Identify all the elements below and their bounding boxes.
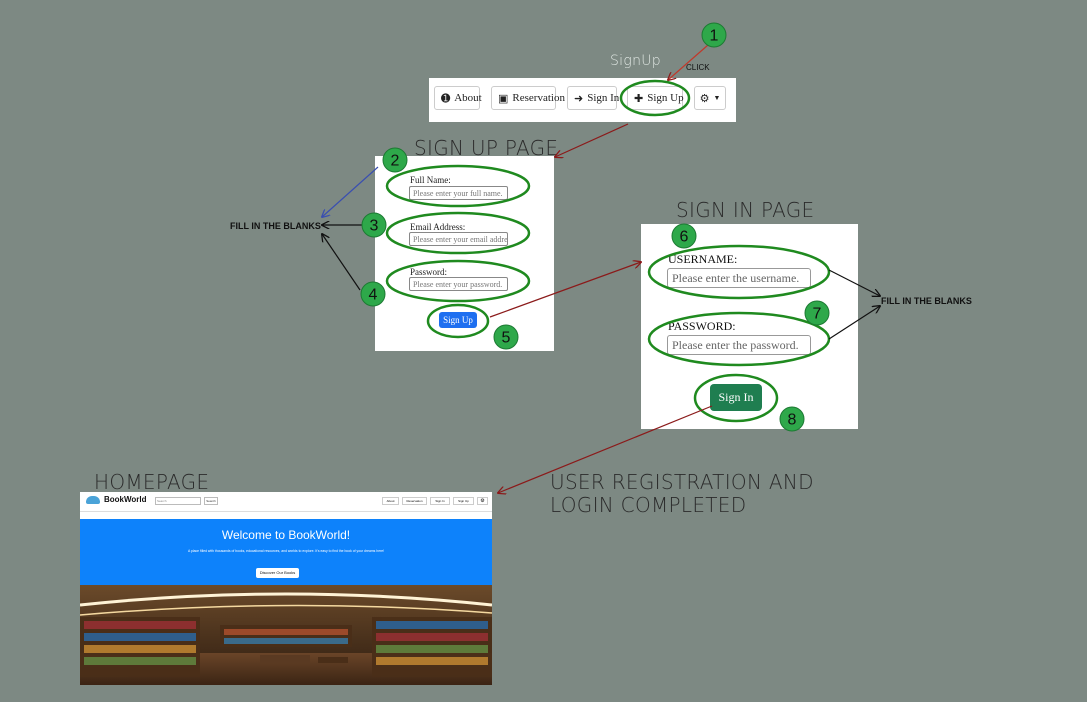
ring-fullname	[385, 164, 531, 208]
step-badges	[360, 22, 830, 432]
arrow-signup-to-signin	[489, 262, 641, 318]
step-number-2: 2	[391, 153, 400, 170]
ring-password	[385, 259, 531, 303]
annotation-overlay: 1 2 3 4 5 6 7 8	[0, 22, 1087, 702]
step-number-8: 8	[788, 412, 797, 429]
ring-signin-password	[647, 311, 831, 367]
step-number-4: 4	[369, 287, 378, 304]
arrow-username-to-fill	[828, 269, 880, 296]
ring-email	[385, 211, 531, 255]
step-number-5: 5	[502, 330, 511, 347]
arrow-step4	[322, 234, 361, 291]
ring-username	[647, 244, 831, 300]
arrow-nav-to-signup-page	[555, 123, 629, 157]
step-number-1: 1	[710, 28, 719, 45]
highlight-rings	[385, 79, 831, 423]
arrow-password-to-fill	[828, 306, 880, 340]
step-number-6: 6	[680, 229, 689, 246]
arrow-signin-to-homepage	[498, 405, 713, 493]
arrow-step2	[322, 166, 379, 217]
ring-signup-nav	[619, 79, 691, 117]
ring-signin-submit	[693, 373, 779, 423]
step-number-7: 7	[813, 306, 822, 323]
arrow-click-to-signup	[668, 44, 709, 80]
step-number-3: 3	[370, 218, 379, 235]
ring-signup-submit	[426, 303, 490, 339]
